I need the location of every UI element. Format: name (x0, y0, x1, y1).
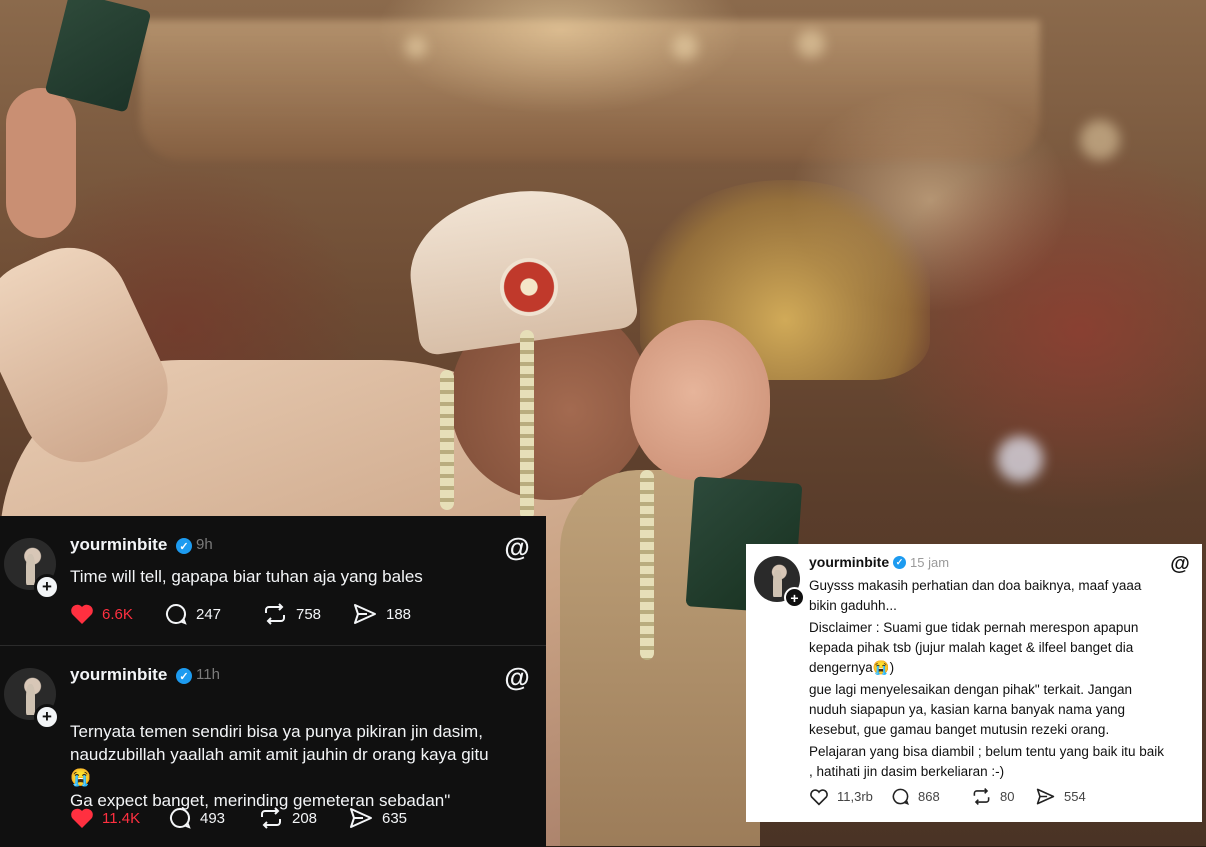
repost-count: 208 (292, 809, 318, 827)
heart-filled-icon (71, 604, 93, 624)
repost-button[interactable]: 758 (262, 602, 352, 626)
threads-post-2[interactable]: + yourminbite ✓ 11h @ Ternyata temen sen… (0, 645, 546, 847)
repost-button[interactable]: 80 (971, 787, 1035, 806)
comment-button[interactable]: 247 (164, 602, 262, 626)
cap-rosette (500, 258, 558, 316)
post-text: Guysss makasih perhatian dan doa baiknya… (809, 578, 1164, 779)
threads-post-3[interactable]: + yourminbite ✓ 15 jam @ Guysss makasih … (746, 544, 1202, 822)
like-button[interactable]: 11,3rb (809, 788, 891, 806)
repost-icon (265, 603, 285, 625)
follow-plus-icon[interactable]: + (784, 587, 805, 608)
share-button[interactable]: 554 (1035, 787, 1086, 806)
like-count: 6.6K (102, 605, 133, 623)
bokeh-light (672, 34, 698, 60)
bokeh-light (797, 30, 825, 58)
like-button[interactable]: 6.6K (70, 603, 164, 625)
post-text: Ternyata temen sendiri bisa ya punya pik… (70, 722, 489, 810)
share-button[interactable]: 635 (348, 806, 407, 830)
follow-plus-icon[interactable]: + (34, 704, 60, 730)
post-text: Time will tell, gapapa biar tuhan aja ya… (70, 567, 423, 586)
comment-count: 868 (918, 789, 940, 804)
post-time: 9h (196, 536, 213, 553)
share-count: 635 (382, 809, 408, 827)
like-button[interactable]: 11.4K (70, 807, 168, 829)
passport-book (44, 0, 152, 113)
post-actions: 6.6K 247 758 188 (70, 602, 411, 626)
post-actions: 11.4K 493 208 635 (70, 806, 407, 830)
comment-bubble-icon (892, 788, 909, 805)
send-icon (1036, 788, 1055, 805)
bokeh-light (405, 36, 427, 58)
comment-bubble-icon (166, 603, 187, 625)
share-button[interactable]: 188 (352, 602, 411, 626)
comment-count: 247 (196, 605, 222, 623)
send-icon (350, 808, 372, 828)
share-count: 554 (1064, 789, 1086, 804)
heart-outline-icon (810, 788, 828, 806)
comment-count: 493 (200, 809, 226, 827)
repost-count: 758 (296, 605, 322, 623)
like-count: 11.4K (102, 809, 141, 827)
post-actions: 11,3rb 868 80 554 (809, 787, 1086, 806)
post-time: 15 jam (910, 555, 950, 570)
bride-head (630, 320, 770, 480)
post-time: 11h (196, 666, 220, 683)
repost-icon (973, 788, 990, 805)
repost-count: 80 (1000, 789, 1015, 804)
groom-hand (6, 88, 76, 238)
jasmine-garland (640, 470, 654, 660)
jasmine-garland (520, 330, 534, 520)
jasmine-garland (440, 370, 454, 510)
send-icon (354, 604, 376, 624)
username[interactable]: yourminbite (809, 554, 889, 570)
comment-button[interactable]: 493 (168, 806, 258, 830)
threads-post-1[interactable]: + yourminbite ✓ 9h @ Time will tell, gap… (0, 516, 546, 646)
username[interactable]: yourminbite (70, 535, 167, 555)
comment-bubble-icon (170, 807, 191, 829)
bokeh-light (997, 436, 1043, 482)
threads-logo-icon: @ (504, 531, 530, 562)
decor-arch (140, 20, 1040, 160)
verified-badge-icon: ✓ (893, 556, 906, 569)
repost-icon (261, 807, 281, 829)
like-count: 11,3rb (837, 789, 873, 804)
bokeh-light (1080, 120, 1120, 160)
threads-logo-icon: @ (1170, 552, 1190, 575)
share-count: 188 (386, 605, 412, 623)
comment-button[interactable]: 868 (891, 787, 971, 806)
follow-plus-icon[interactable]: + (34, 574, 60, 600)
repost-button[interactable]: 208 (258, 806, 348, 830)
heart-filled-icon (71, 808, 93, 828)
verified-badge-icon: ✓ (176, 538, 192, 554)
username[interactable]: yourminbite (70, 665, 167, 685)
verified-badge-icon: ✓ (176, 668, 192, 684)
threads-logo-icon: @ (504, 661, 530, 692)
